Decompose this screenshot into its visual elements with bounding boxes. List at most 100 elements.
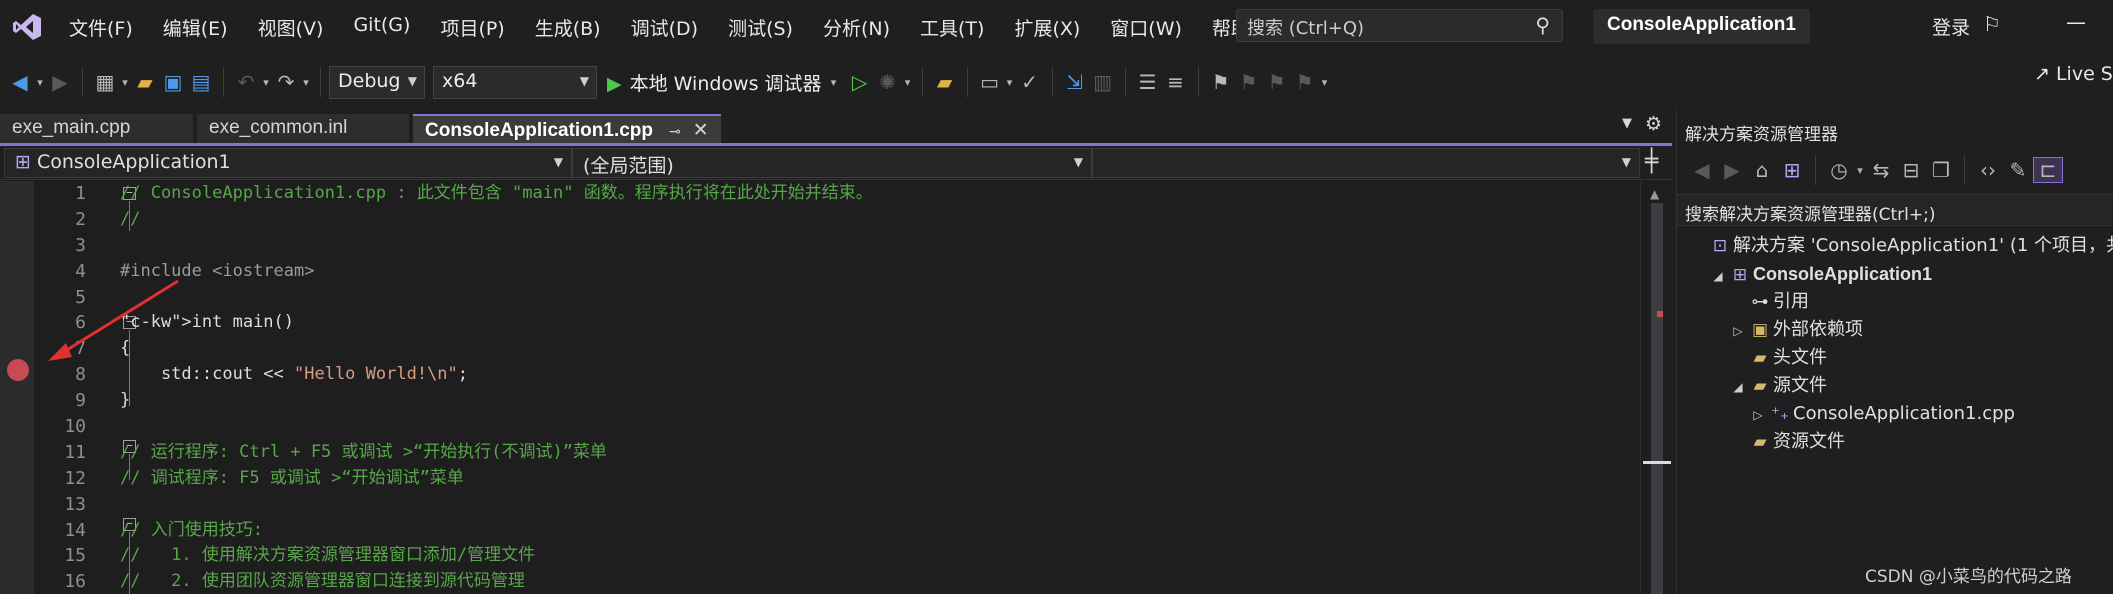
hot-reload-icon[interactable]: ✺ [874,70,902,94]
preview-selected-icon[interactable]: ⊏ [2033,157,2063,183]
visual-studio-logo-icon[interactable] [0,0,54,54]
expand-icon[interactable]: ▷ [1749,401,1767,429]
step-icon[interactable]: ⇲ [1061,70,1089,94]
gear-icon[interactable]: ⚙ [1645,113,1662,135]
next-bookmark-icon[interactable]: ⚑ [1263,70,1291,94]
forward-icon[interactable]: ▶ [1717,158,1747,182]
code-line[interactable]: // 调试程序: F5 或调试 >“开始调试”菜单 [120,466,1620,492]
filter-dropdown-icon[interactable]: ▾ [1854,164,1866,177]
menu-item[interactable]: 编辑(E) [148,14,243,41]
code-line[interactable] [120,492,1620,518]
menu-item[interactable]: 扩展(X) [999,14,1095,41]
project-select[interactable]: ⊞ ConsoleApplication1 ▼ [4,148,572,178]
hot-reload-dropdown-icon[interactable]: ▾ [902,76,914,89]
tree-node[interactable]: ⊡ 解决方案 'ConsoleApplication1' (1 个项目，共 [1677,232,2113,260]
solution-name-badge[interactable]: ConsoleApplication1 [1593,9,1810,44]
menu-item[interactable]: 工具(T) [905,14,999,41]
close-tab-icon[interactable]: ✕ [693,120,709,141]
redo-dropdown-icon[interactable]: ▾ [300,76,312,89]
code-line[interactable]: // 1. 使用解决方案资源管理器窗口添加/管理文件 [120,543,1620,569]
code-line[interactable] [120,285,1620,311]
code-line[interactable]: { [120,336,1620,362]
switch-views-icon[interactable]: ⊞ [1777,158,1807,182]
code-line[interactable]: std::cout << "Hello World!\n"; [120,362,1620,388]
save-all-icon[interactable]: ▤ [187,70,215,94]
home-icon[interactable]: ⌂ [1747,158,1777,182]
split-window-icon[interactable]: ╪ [1645,149,1658,174]
prev-bookmark-icon[interactable]: ⚑ [1235,70,1263,94]
tree-node[interactable]: ▰ 资源文件 [1677,428,2113,456]
tree-node[interactable]: ▷ ⁺₊ ConsoleApplication1.cpp [1677,400,2113,428]
scroll-up-icon[interactable]: ▲ [1650,187,1659,201]
code-line[interactable]: // ConsoleApplication1.cpp : 此文件包含 "main… [120,181,1620,207]
menu-item[interactable]: 窗口(W) [1095,14,1197,41]
undo-icon[interactable]: ↶ [232,70,260,94]
navigate-back-icon[interactable]: ◀ [6,70,34,94]
pending-changes-filter-icon[interactable]: ◷ [1824,158,1854,182]
start-without-debugging-icon[interactable]: ▷ [846,70,874,94]
scrollbar-thumb[interactable] [1651,203,1663,594]
view-code-icon[interactable]: ‹› [1973,158,2003,182]
tree-node[interactable]: ◢ ⊞ ConsoleApplication1 [1677,260,2113,288]
login-button[interactable]: 登录 [1932,13,1970,40]
tab-exe-main[interactable]: exe_main.cpp [0,114,193,144]
tab-list-dropdown-icon[interactable]: ▼ [1622,116,1632,131]
layout-icon[interactable]: ▭ [976,70,1004,94]
menu-item[interactable]: 调试(D) [616,14,713,41]
account-icon[interactable]: ⚐ [1983,12,2001,36]
tree-node[interactable]: ▰ 头文件 [1677,344,2113,372]
undo-dropdown-icon[interactable]: ▾ [260,76,272,89]
open-folder-icon[interactable]: ▰ [131,70,159,94]
menu-item[interactable]: 文件(F) [54,14,148,41]
editor-scrollbar[interactable]: ▲ [1640,181,1672,594]
menu-item[interactable]: 视图(V) [243,14,339,41]
comment-lines-icon[interactable]: ☰ [1134,70,1162,94]
code-line[interactable]: // 运行程序: Ctrl + F5 或调试 >“开始执行(不调试)”菜单 [120,440,1620,466]
code-line[interactable]: // 2. 使用团队资源管理器窗口连接到源代码管理 [120,569,1620,594]
platform-select[interactable]: x64 ▼ [433,65,597,99]
find-in-files-icon[interactable]: ▰ [931,70,959,94]
tab-exe-common[interactable]: exe_common.inl [197,114,409,144]
tree-node[interactable]: ◢ ▰ 源文件 [1677,372,2113,400]
search-input[interactable]: 搜索 (Ctrl+Q) ⚲ [1236,9,1563,42]
new-project-icon[interactable]: ▦ [91,70,119,94]
menu-item[interactable]: Git(G) [338,14,425,41]
collapse-icon[interactable]: ◢ [1729,373,1747,401]
solution-search-input[interactable]: 搜索解决方案资源管理器(Ctrl+;) [1677,194,2113,226]
properties-wrench-icon[interactable]: ✎ [2003,158,2033,182]
redo-icon[interactable]: ↷ [272,70,300,94]
show-all-files-icon[interactable]: ❐ [1926,158,1956,182]
live-share-button[interactable]: ↗ Live S [2034,63,2113,85]
spell-check-icon[interactable]: ✓ [1016,70,1044,94]
bookmark-icon[interactable]: ⚑ [1207,70,1235,94]
menu-item[interactable]: 分析(N) [808,14,905,41]
code-line[interactable]: "c-kw">int main() [120,310,1620,336]
tab-console-application[interactable]: ConsoleApplication1.cpp ⊸ ✕ [413,114,721,144]
tree-node[interactable]: ▷ ▣ 外部依赖项 [1677,316,2113,344]
navigate-forward-icon[interactable]: ▶ [46,70,74,94]
breakpoint-icon[interactable] [7,359,29,381]
menu-item[interactable]: 测试(S) [713,14,808,41]
code-lines[interactable]: // ConsoleApplication1.cpp : 此文件包含 "main… [120,181,1620,594]
toolbar-overflow-icon[interactable]: ▾ [1319,76,1331,89]
expand-icon[interactable]: ▷ [1729,317,1747,345]
new-project-dropdown-icon[interactable]: ▾ [119,76,131,89]
code-line[interactable] [120,414,1620,440]
collapse-icon[interactable]: ◢ [1709,262,1727,290]
uncomment-lines-icon[interactable]: ≡ [1162,70,1190,94]
code-line[interactable]: #include <iostream> [120,259,1620,285]
back-icon[interactable]: ◀ [1687,158,1717,182]
start-debugging-button[interactable]: ▶ 本地 Windows 调试器 [607,69,822,96]
layout-dropdown-icon[interactable]: ▾ [1004,76,1016,89]
code-line[interactable] [120,233,1620,259]
clear-bookmarks-icon[interactable]: ⚑ [1291,70,1319,94]
scope-select[interactable]: (全局范围) ▼ [572,148,1092,178]
code-line[interactable]: // [120,207,1620,233]
member-select[interactable]: ▼ [1092,148,1640,178]
code-line[interactable]: // 入门使用技巧: [120,518,1620,544]
step-over-icon[interactable]: ▥ [1089,70,1117,94]
debug-target-dropdown-icon[interactable]: ▾ [828,76,840,89]
menu-item[interactable]: 项目(P) [425,14,519,41]
minimize-icon[interactable]: — [2066,10,2086,34]
menu-item[interactable]: 生成(B) [520,14,616,41]
